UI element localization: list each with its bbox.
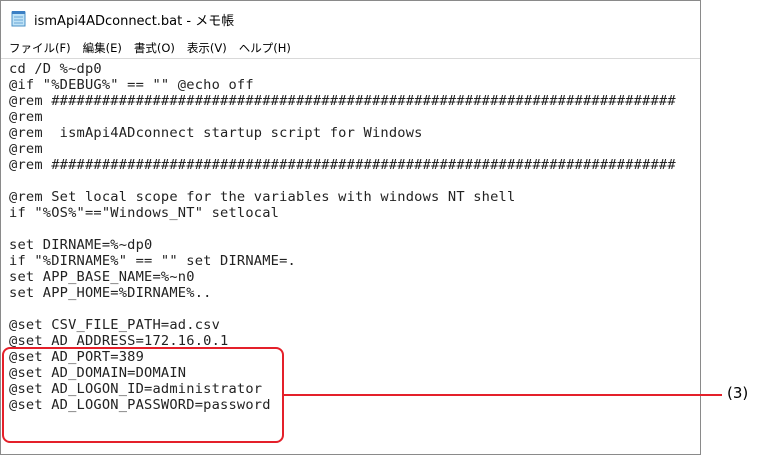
code-line: set APP_BASE_NAME=%~n0 bbox=[9, 269, 195, 285]
code-line: @set CSV_FILE_PATH=ad.csv bbox=[9, 317, 221, 333]
code-line: @rem bbox=[9, 109, 43, 125]
code-line: @rem bbox=[9, 141, 43, 157]
callout-line bbox=[284, 394, 722, 396]
callout-label: (3) bbox=[727, 384, 749, 402]
notepad-icon bbox=[11, 11, 26, 27]
code-line: if "%OS%"=="Windows_NT" setlocal bbox=[9, 205, 280, 221]
code-line: @rem ###################################… bbox=[9, 157, 676, 173]
code-line: if "%DIRNAME%" == "" set DIRNAME=. bbox=[9, 253, 296, 269]
menu-file[interactable]: ファイル(F) bbox=[1, 40, 77, 56]
code-line: @if "%DEBUG%" == "" @echo off bbox=[9, 77, 254, 93]
menu-format[interactable]: 書式(O) bbox=[128, 40, 181, 56]
menu-edit[interactable]: 編集(E) bbox=[77, 40, 128, 56]
code-line: @rem Set local scope for the variables w… bbox=[9, 189, 516, 205]
window-title: ismApi4ADconnect.bat - メモ帳 bbox=[34, 14, 235, 29]
menu-bar: ファイル(F) 編集(E) 書式(O) 表示(V) ヘルプ(H) bbox=[1, 37, 700, 59]
code-line: cd /D %~dp0 bbox=[9, 61, 102, 77]
menu-help[interactable]: ヘルプ(H) bbox=[233, 40, 297, 56]
highlight-box bbox=[2, 347, 284, 443]
code-line: @rem ismApi4ADconnect startup script for… bbox=[9, 125, 423, 141]
code-line: set DIRNAME=%~dp0 bbox=[9, 237, 153, 253]
menu-view[interactable]: 表示(V) bbox=[181, 40, 233, 56]
code-line: set APP_HOME=%DIRNAME%.. bbox=[9, 285, 212, 301]
title-bar[interactable]: ismApi4ADconnect.bat - メモ帳 bbox=[1, 1, 700, 35]
code-line: @rem ###################################… bbox=[9, 93, 676, 109]
